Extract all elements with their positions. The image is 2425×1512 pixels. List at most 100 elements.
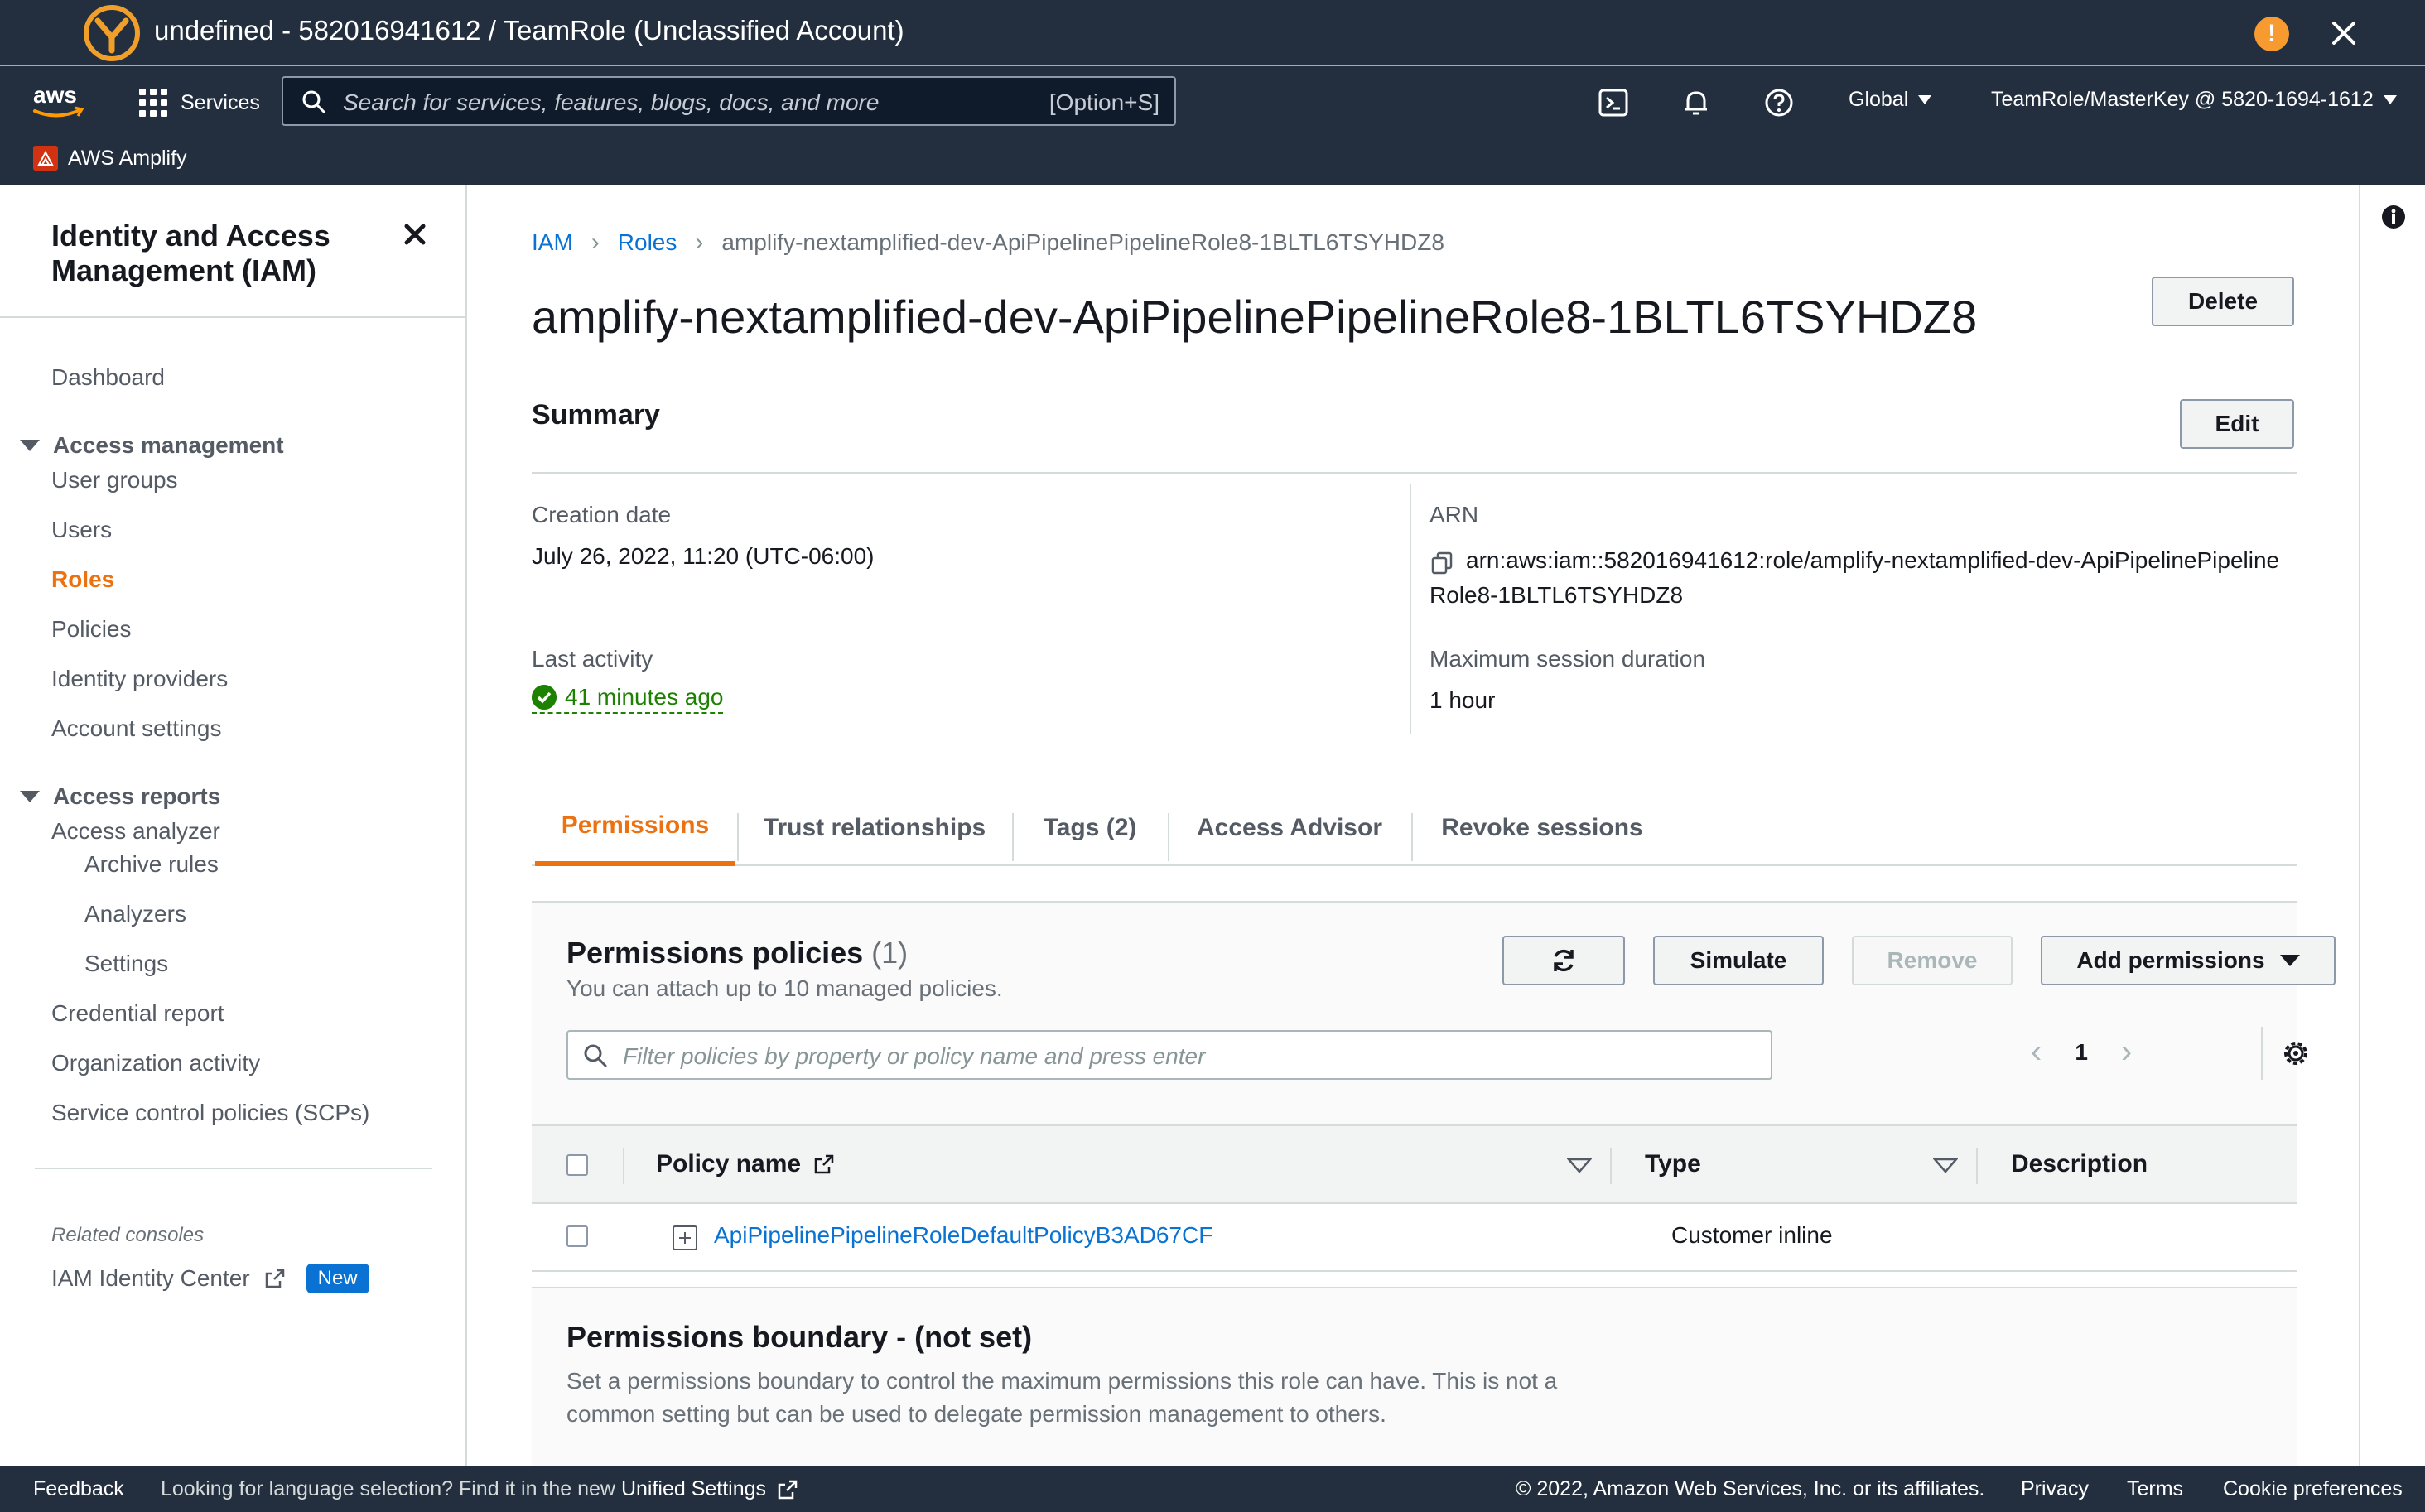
- refresh-icon: [1554, 949, 1574, 972]
- aws-logo[interactable]: aws: [30, 81, 86, 123]
- pagination: ‹ 1 ›: [2031, 1033, 2132, 1071]
- close-icon[interactable]: [401, 220, 429, 248]
- divider: [1976, 1148, 1978, 1184]
- sidebar-item-policies[interactable]: Policies: [51, 616, 131, 643]
- arn-label: ARN: [1429, 502, 1479, 527]
- copy-icon[interactable]: [1429, 550, 1454, 575]
- expand-icon[interactable]: [673, 1225, 697, 1250]
- divider: [1410, 484, 1411, 734]
- related-consoles-label: Related consoles: [51, 1224, 205, 1246]
- refresh-button[interactable]: [1502, 936, 1625, 985]
- sidebar-item-identity-providers[interactable]: Identity providers: [51, 666, 228, 692]
- edit-button[interactable]: Edit: [2180, 399, 2294, 449]
- sidebar-item-identity-center[interactable]: IAM Identity Center New: [51, 1264, 369, 1293]
- unified-settings-link[interactable]: Unified Settings: [621, 1477, 798, 1500]
- window-title: undefined - 582016941612 / TeamRole (Unc…: [154, 15, 904, 46]
- remove-button[interactable]: Remove: [1852, 936, 2013, 985]
- sidebar-item-credential-report[interactable]: Credential report: [51, 1000, 224, 1027]
- summary-heading: Summary: [532, 399, 660, 431]
- cloudshell-icon[interactable]: [1597, 86, 1630, 119]
- svg-text:aws: aws: [33, 82, 77, 108]
- arn-value: arn:aws:iam::582016941612:role/amplify-n…: [1429, 543, 2307, 613]
- aws-top-nav: aws Services Search for services, featur…: [0, 66, 2425, 185]
- simulate-button[interactable]: Simulate: [1653, 936, 1824, 985]
- sidebar-item-scps[interactable]: Service control policies (SCPs): [51, 1100, 369, 1126]
- identity-center-label: IAM Identity Center: [51, 1265, 250, 1291]
- policy-type: Customer inline: [1671, 1222, 1833, 1248]
- select-all-checkbox[interactable]: [566, 1154, 588, 1176]
- sidebar-item-settings[interactable]: Settings: [84, 951, 168, 977]
- region-selector[interactable]: Global: [1849, 88, 1932, 112]
- caret-down-icon: [20, 791, 40, 802]
- sidebar-item-access-analyzer[interactable]: Access analyzer: [51, 818, 220, 845]
- sidebar-item-analyzers[interactable]: Analyzers: [84, 901, 186, 927]
- cookie-preferences-link[interactable]: Cookie preferences: [2223, 1477, 2403, 1501]
- sidebar-item-user-groups[interactable]: User groups: [51, 467, 178, 494]
- chevron-left-icon[interactable]: ‹: [2031, 1033, 2042, 1071]
- feedback-link[interactable]: Feedback: [33, 1477, 124, 1501]
- chevron-right-icon[interactable]: ›: [2121, 1033, 2132, 1071]
- gear-icon[interactable]: [2279, 1037, 2312, 1070]
- delete-button[interactable]: Delete: [2152, 277, 2294, 326]
- unified-settings-label: Unified Settings: [620, 1477, 767, 1500]
- console-footer: Feedback Looking for language selection?…: [0, 1466, 2425, 1512]
- column-description[interactable]: Description: [2011, 1126, 2148, 1202]
- global-search-input[interactable]: Search for services, features, blogs, do…: [282, 76, 1176, 126]
- sidebar-item-account-settings[interactable]: Account settings: [51, 715, 221, 742]
- breadcrumb-roles[interactable]: Roles: [618, 229, 677, 256]
- permissions-subtitle: You can attach up to 10 managed policies…: [566, 975, 1003, 1001]
- tab-permissions[interactable]: Permissions: [535, 790, 735, 866]
- tab-tags[interactable]: Tags (2): [1014, 790, 1166, 866]
- favorite-amplify[interactable]: AWS Amplify: [33, 146, 187, 171]
- sidebar-section-access-management[interactable]: Access management: [20, 432, 284, 459]
- max-session-value: 1 hour: [1429, 687, 1496, 713]
- sort-icon[interactable]: [1567, 1158, 1592, 1174]
- column-label: Policy name: [656, 1150, 802, 1177]
- tab-trust-relationships[interactable]: Trust relationships: [739, 790, 1010, 866]
- sidebar-item-users[interactable]: Users: [51, 517, 112, 543]
- column-type[interactable]: Type: [1645, 1126, 1701, 1202]
- help-icon[interactable]: [1762, 86, 1796, 119]
- policy-filter-input[interactable]: Filter policies by property or policy na…: [566, 1030, 1772, 1080]
- warning-icon[interactable]: !: [2254, 17, 2289, 51]
- close-icon[interactable]: [2326, 15, 2362, 51]
- terms-link[interactable]: Terms: [2127, 1477, 2183, 1501]
- tab-revoke-sessions[interactable]: Revoke sessions: [1413, 790, 1671, 866]
- info-icon[interactable]: [2380, 204, 2407, 230]
- language-prompt-text: Looking for language selection? Find it …: [161, 1477, 615, 1500]
- permissions-boundary-description: Set a permissions boundary to control th…: [566, 1368, 1558, 1427]
- services-menu-button[interactable]: Services: [139, 86, 260, 119]
- copyright: © 2022, Amazon Web Services, Inc. or its…: [1516, 1477, 1985, 1500]
- breadcrumb-current: amplify-nextamplified-dev-ApiPipelinePip…: [721, 229, 1444, 255]
- sidebar-item-dashboard[interactable]: Dashboard: [51, 364, 165, 391]
- bell-icon[interactable]: [1680, 86, 1713, 119]
- sidebar-title: Identity and Access Management (IAM): [51, 219, 330, 287]
- caret-down-icon: [20, 440, 40, 451]
- arn-line-2: Role8-1BLTL6TSYHDZ8: [1429, 582, 1684, 608]
- divider: [2261, 1027, 2263, 1080]
- sidebar-section-access-reports[interactable]: Access reports: [20, 783, 220, 810]
- search-placeholder: Search for services, features, blogs, do…: [343, 89, 880, 115]
- sidebar-item-roles[interactable]: Roles: [51, 566, 114, 593]
- page-number[interactable]: 1: [2075, 1039, 2088, 1066]
- search-icon: [302, 90, 325, 113]
- row-checkbox[interactable]: [566, 1225, 588, 1247]
- tab-access-advisor[interactable]: Access Advisor: [1169, 790, 1410, 866]
- column-policy-name[interactable]: Policy name: [656, 1126, 836, 1202]
- policy-name-link[interactable]: ApiPipelinePipelineRoleDefaultPolicyB3AD…: [714, 1222, 1212, 1249]
- add-permissions-button[interactable]: Add permissions: [2041, 936, 2336, 985]
- check-circle-icon: [532, 685, 557, 710]
- favorite-label: AWS Amplify: [68, 146, 187, 170]
- last-activity-value[interactable]: 41 minutes ago: [532, 684, 724, 714]
- divider: [1610, 1148, 1612, 1184]
- language-prompt: Looking for language selection? Find it …: [161, 1477, 798, 1501]
- privacy-link[interactable]: Privacy: [2021, 1477, 2089, 1501]
- sort-icon[interactable]: [1933, 1158, 1958, 1174]
- sidebar-item-archive-rules[interactable]: Archive rules: [84, 851, 219, 878]
- sidebar-item-organization-activity[interactable]: Organization activity: [51, 1050, 260, 1076]
- main-content: IAM › Roles › amplify-nextamplified-dev-…: [469, 185, 2359, 1466]
- account-menu[interactable]: TeamRole/MasterKey @ 5820-1694-1612: [1991, 88, 2397, 112]
- max-session-label: Maximum session duration: [1429, 646, 1706, 672]
- creation-date-label: Creation date: [532, 502, 672, 527]
- breadcrumb-iam[interactable]: IAM: [532, 229, 573, 256]
